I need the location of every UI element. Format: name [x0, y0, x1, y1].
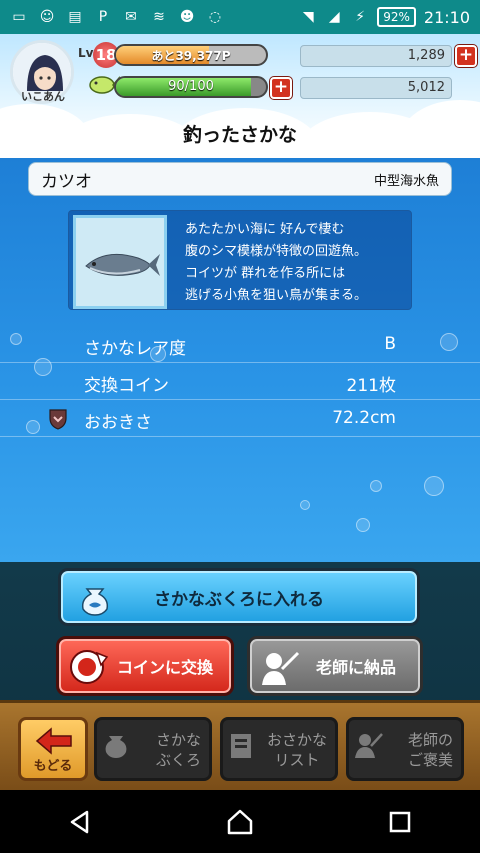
- rarity-row: さかなレア度 B: [0, 326, 480, 363]
- fish-list-icon: [231, 734, 251, 758]
- wifi-icon: ◥: [302, 9, 314, 25]
- coin-count: 5,012: [300, 77, 452, 99]
- back-button[interactable]: もどる: [18, 717, 88, 781]
- signal-icon: ◢: [328, 9, 340, 25]
- size-row: おおきさ 72.2cm: [0, 400, 480, 437]
- exp-text: あと39,377P: [151, 49, 231, 63]
- rarity-value: B: [384, 334, 396, 354]
- game-header: いこあん Lv 18 あと39,377P 90/100 + 1,289 + 5,…: [0, 34, 480, 158]
- clock: 21:10: [423, 7, 470, 27]
- teacher-icon: [262, 651, 300, 685]
- nav-fish-bag[interactable]: さかな ぶくろ: [94, 717, 212, 781]
- level-label: Lv: [78, 46, 94, 60]
- exp-bar: あと39,377P: [114, 44, 268, 66]
- put-in-bag-button[interactable]: さかなぶくろに入れる: [58, 568, 420, 626]
- back-arrow-icon: [35, 727, 72, 755]
- bubble-decoration: [300, 500, 310, 510]
- size-record-icon: [49, 409, 67, 430]
- system-navigation-bar: [0, 790, 480, 853]
- sync-icon: ◌: [208, 9, 222, 25]
- notes-icon: ▤: [68, 9, 82, 25]
- system-home-button[interactable]: [220, 802, 260, 842]
- message-icon: ▭: [12, 9, 26, 25]
- teacher-reward-icon: [355, 733, 383, 758]
- stamina-text: 90/100: [168, 79, 214, 94]
- coin-label: 交換コイン: [84, 376, 169, 396]
- back-label: もどる: [33, 759, 73, 774]
- coin-value: 211枚: [346, 376, 396, 396]
- deliver-teacher-label: 老師に納品: [315, 658, 396, 677]
- face-icon: ☻: [179, 9, 195, 25]
- status-bar: ▭ ☺ ▤ P ✉ ≋ ☻ ◌ ◥ ◢ ⚡ 92% 21:10: [0, 0, 480, 34]
- bubble-decoration: [370, 480, 382, 492]
- triangle-back-icon: [70, 810, 89, 833]
- coin-exchange-icon: [70, 650, 109, 684]
- system-back-button[interactable]: [60, 802, 100, 842]
- recents-icon: [389, 811, 411, 832]
- wifi-off-icon: ≋: [153, 9, 165, 25]
- battery-level: 92%: [377, 7, 416, 27]
- deliver-teacher-button[interactable]: 老師に納品: [247, 636, 423, 696]
- fish-thumbnail: [73, 215, 167, 309]
- nav-fish-bag-label: さかな ぶくろ: [155, 731, 201, 769]
- fish-detail-panel: カツオ 中型海水魚 あたたかい海に 好んで棲む 腹のシマ模様が特徴の回遊魚。 コ…: [0, 158, 480, 562]
- nav-teacher-reward[interactable]: 老師の ご褒美: [346, 717, 464, 781]
- add-stamina-button[interactable]: +: [270, 77, 292, 99]
- fish-category: 中型海水魚: [373, 173, 439, 189]
- charging-icon: ⚡: [355, 9, 366, 25]
- bottom-menu-bar: もどる さかな ぶくろ おさかな リスト 老師の ご褒美: [0, 700, 480, 790]
- fish-description: あたたかい海に 好んで棲む 腹のシマ模様が特徴の回遊魚。 コイツが 群れを作る所…: [185, 222, 368, 303]
- coin-row: 交換コイン 211枚: [0, 363, 480, 400]
- exchange-coin-label: コインに交換: [116, 658, 213, 677]
- pearl-count: 1,289: [300, 45, 452, 67]
- stamina-bar: 90/100: [114, 76, 268, 98]
- cat-icon: ☺: [39, 9, 55, 25]
- mail-icon: ✉: [125, 9, 137, 25]
- size-value: 72.2cm: [332, 408, 396, 428]
- nav-teacher-reward-label: 老師の ご褒美: [407, 731, 453, 769]
- add-pearls-button[interactable]: +: [455, 45, 477, 67]
- action-area: さかなぶくろに入れる コインに交換 老師に納品 もどる さかな ぶくろ おさかな…: [0, 562, 480, 790]
- fish-description-card: あたたかい海に 好んで棲む 腹のシマ模様が特徴の回遊魚。 コイツが 群れを作る所…: [68, 210, 412, 310]
- nav-fish-list-label: おさかな リスト: [266, 731, 327, 769]
- p-icon: P: [98, 9, 108, 25]
- fish-name-bar: カツオ 中型海水魚: [28, 162, 452, 196]
- exchange-coin-button[interactable]: コインに交換: [56, 636, 234, 696]
- page-title: 釣ったさかな: [182, 124, 297, 146]
- home-icon: [227, 809, 253, 834]
- bubble-decoration: [424, 476, 444, 496]
- fish-bag-icon: [81, 588, 109, 616]
- put-in-bag-label: さかなぶくろに入れる: [154, 589, 324, 610]
- rarity-label: さかなレア度: [84, 339, 186, 359]
- size-label: おおきさ: [84, 413, 152, 433]
- fish-bag-nav-icon: [105, 736, 127, 758]
- status-icons: ▭ ☺ ▤ P ✉ ≋ ☻ ◌: [10, 8, 224, 26]
- nav-fish-list[interactable]: おさかな リスト: [220, 717, 338, 781]
- player-name: いこあん: [21, 90, 65, 103]
- bubble-decoration: [356, 518, 370, 532]
- system-recents-button[interactable]: [380, 802, 420, 842]
- fish-name: カツオ: [41, 171, 92, 192]
